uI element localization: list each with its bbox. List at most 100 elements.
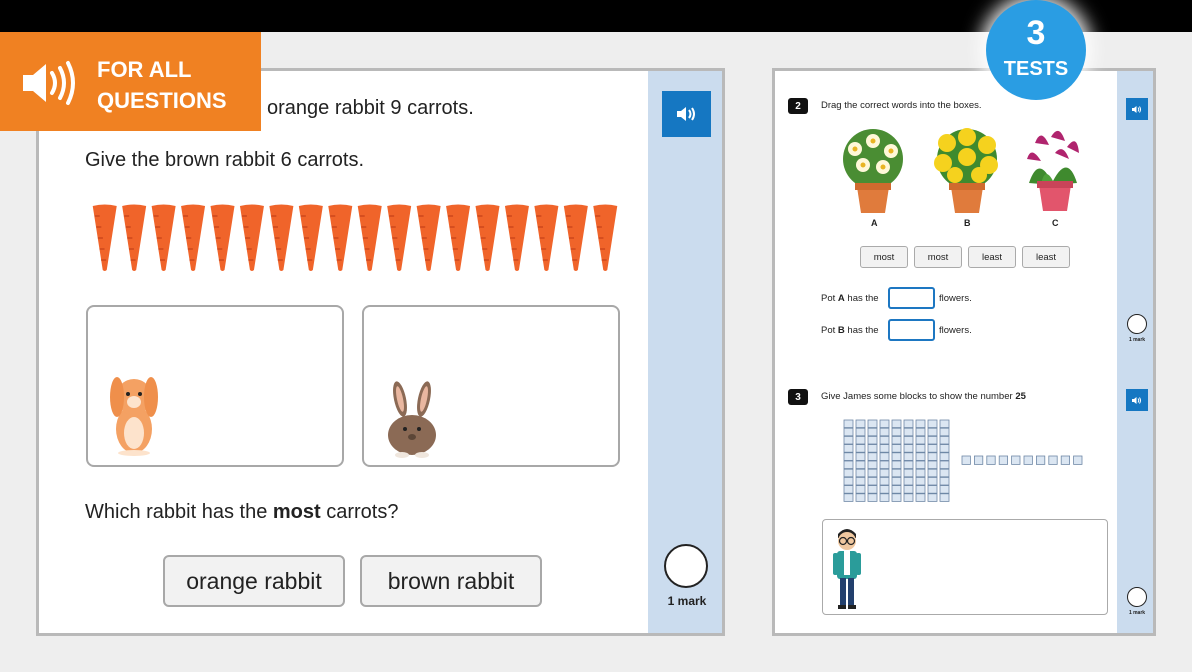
sentence-pot-letter: A xyxy=(837,293,845,304)
ones-cube[interactable] xyxy=(961,455,971,465)
q3-audio-button[interactable] xyxy=(1126,389,1148,411)
question-text-bold: most xyxy=(272,501,321,523)
audio-button[interactable] xyxy=(662,91,711,137)
carrot-icon[interactable] xyxy=(416,204,441,272)
carrot-icon[interactable] xyxy=(475,204,500,272)
speaker-icon xyxy=(1132,396,1141,404)
carrot-row[interactable] xyxy=(90,204,620,272)
mark-circle xyxy=(664,544,708,588)
tens-rod[interactable] xyxy=(867,419,878,502)
pot-label-c: C xyxy=(1052,218,1059,228)
ones-cube[interactable] xyxy=(1036,455,1046,465)
question-panel-preview: 2 Drag the correct words into the boxes.… xyxy=(772,68,1156,636)
question-line-2: Give the brown rabbit 6 carrots. xyxy=(85,149,365,171)
tens-rod[interactable] xyxy=(939,419,950,502)
speaker-icon xyxy=(676,107,695,121)
carrot-icon[interactable] xyxy=(357,204,382,272)
question-line-1: orange rabbit 9 carrots. xyxy=(267,97,474,119)
question-text-suffix: carrots? xyxy=(320,501,399,523)
flower-pot-b-icon xyxy=(934,128,998,213)
ones-cube[interactable] xyxy=(1048,455,1058,465)
answer-drop-area[interactable] xyxy=(822,519,1108,615)
mark-circle xyxy=(1127,587,1147,607)
carrot-icon[interactable] xyxy=(387,204,412,272)
tens-rod[interactable] xyxy=(927,419,938,502)
sentence-pot-letter: B xyxy=(837,325,845,336)
ones-cubes[interactable] xyxy=(961,455,1087,467)
carrot-icon[interactable] xyxy=(534,204,559,272)
tens-rod[interactable] xyxy=(843,419,854,502)
answer-orange-rabbit-button[interactable]: orange rabbit xyxy=(163,555,345,607)
flower-pot-c-icon xyxy=(1027,130,1079,211)
pot-a-sentence-prefix: Pot A has the xyxy=(821,293,879,304)
ones-cube[interactable] xyxy=(1023,455,1033,465)
tens-rod[interactable] xyxy=(903,419,914,502)
carrot-icon[interactable] xyxy=(122,204,147,272)
tens-rod[interactable] xyxy=(879,419,890,502)
audio-for-all-badge[interactable]: FOR ALL QUESTIONS xyxy=(0,32,261,131)
question-panel-main: orange rabbit 9 carrots. Give the brown … xyxy=(36,68,725,636)
side-strip xyxy=(1117,71,1153,633)
mark-circle xyxy=(1127,314,1147,334)
carrot-icon[interactable] xyxy=(151,204,176,272)
drop-box-pot-a[interactable] xyxy=(888,287,935,309)
word-tile-most[interactable]: most xyxy=(860,246,908,268)
ones-cube[interactable] xyxy=(998,455,1009,465)
sentence-text: has the xyxy=(844,293,879,304)
carrot-icon[interactable] xyxy=(181,204,206,272)
question-line-3: Which rabbit has the most carrots? xyxy=(85,501,398,524)
sentence-text: Pot xyxy=(821,293,838,304)
speaker-icon xyxy=(23,61,75,105)
ones-cube[interactable] xyxy=(1073,455,1083,465)
brown-rabbit-box[interactable] xyxy=(362,305,620,467)
tens-rod[interactable] xyxy=(915,419,926,502)
question-number-3: 3 xyxy=(788,389,808,405)
q3-prompt-text: Give James some blocks to show the numbe… xyxy=(821,391,1016,402)
q3-prompt-number: 25 xyxy=(1015,391,1026,402)
word-tile-most[interactable]: most xyxy=(914,246,962,268)
tens-rod[interactable] xyxy=(855,419,866,502)
drop-box-pot-b[interactable] xyxy=(888,319,935,341)
carrot-icon[interactable] xyxy=(269,204,294,272)
word-tile-least[interactable]: least xyxy=(1022,246,1070,268)
tests-label: TESTS xyxy=(1003,58,1069,80)
flower-pot-a-icon xyxy=(843,129,903,213)
carrot-icon[interactable] xyxy=(563,204,588,272)
word-tile-least[interactable]: least xyxy=(968,246,1016,268)
q2-audio-button[interactable] xyxy=(1126,98,1148,120)
badge-line-2: QUESTIONS xyxy=(97,88,227,113)
q2-prompt: Drag the correct words into the boxes. xyxy=(821,100,982,111)
tests-count-badge: 3 TESTS xyxy=(986,0,1086,100)
carrot-icon[interactable] xyxy=(92,204,117,272)
brown-rabbit-icon xyxy=(388,381,436,458)
carrot-icon[interactable] xyxy=(446,204,471,272)
ones-cube[interactable] xyxy=(1060,455,1070,465)
mark-label: 1 mark xyxy=(1128,610,1146,616)
ones-cube[interactable] xyxy=(986,455,996,465)
badge-line-1: FOR ALL xyxy=(97,57,192,82)
badge-text: FOR ALL QUESTIONS xyxy=(97,54,227,116)
carrot-icon[interactable] xyxy=(298,204,323,272)
pot-a-sentence-suffix: flowers. xyxy=(939,293,972,304)
ones-cube[interactable] xyxy=(973,455,984,465)
speaker-icon xyxy=(1132,105,1141,113)
question-text-prefix: Which rabbit has the xyxy=(85,501,273,523)
tests-count: 3 xyxy=(1026,14,1046,52)
carrot-icon[interactable] xyxy=(593,204,618,272)
carrot-icon[interactable] xyxy=(210,204,235,272)
carrot-icon[interactable] xyxy=(328,204,353,272)
question-number-2: 2 xyxy=(788,98,808,114)
pot-label-a: A xyxy=(871,218,878,228)
mark-label: 1 mark xyxy=(667,594,707,608)
mark-label: 1 mark xyxy=(1128,337,1146,343)
pot-b-sentence-prefix: Pot B has the xyxy=(821,325,879,336)
tens-rod[interactable] xyxy=(891,419,902,502)
answer-brown-rabbit-button[interactable]: brown rabbit xyxy=(360,555,542,607)
orange-rabbit-box[interactable] xyxy=(86,305,344,467)
pot-b-sentence-suffix: flowers. xyxy=(939,325,972,336)
carrot-icon[interactable] xyxy=(504,204,529,272)
ones-cube[interactable] xyxy=(1011,455,1021,465)
carrot-icon[interactable] xyxy=(239,204,264,272)
pot-label-b: B xyxy=(964,218,971,228)
tens-rods[interactable] xyxy=(843,419,955,503)
